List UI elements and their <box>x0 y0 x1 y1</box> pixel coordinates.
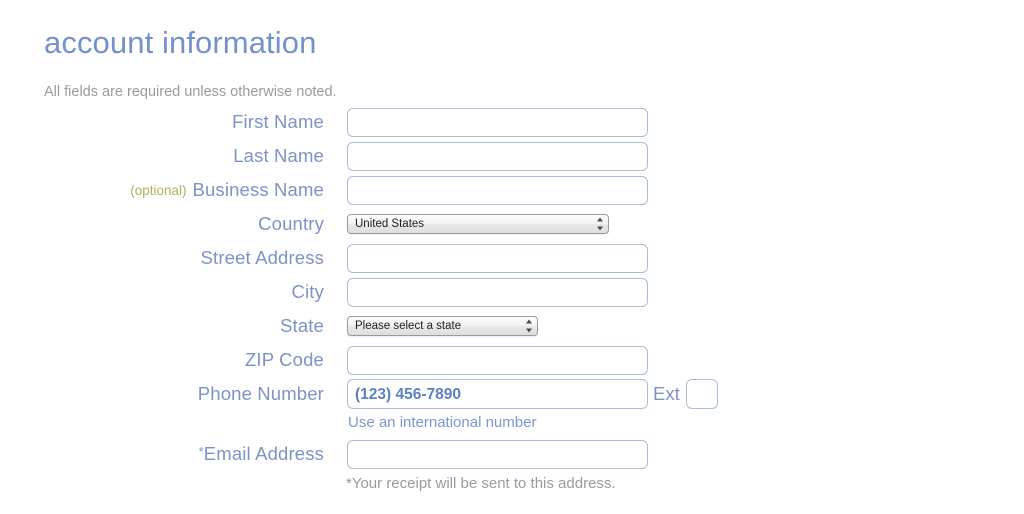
label-cell-email-address: *Email Address <box>199 437 324 471</box>
control-cell-city <box>347 275 648 309</box>
form-row-country: Country United States <box>0 207 1024 241</box>
label-cell-last-name: Last Name <box>233 139 324 173</box>
form-row-last-name: Last Name <box>0 139 1024 173</box>
international-number-link[interactable]: Use an international number <box>348 414 536 432</box>
label-cell-business-name: (optional) Business Name <box>130 173 324 207</box>
optional-tag-business-name: (optional) <box>130 183 187 198</box>
street-address-input[interactable] <box>347 243 648 273</box>
field-label-city: City <box>291 281 324 302</box>
state-select[interactable]: Please select a state <box>347 316 538 336</box>
control-cell-zip-code <box>347 343 648 377</box>
city-input[interactable] <box>347 277 648 307</box>
form-row-business-name: (optional) Business Name <box>0 173 1024 207</box>
page-title: account information <box>44 25 317 60</box>
control-cell-business-name <box>347 173 648 207</box>
label-cell-zip-code: ZIP Code <box>245 343 324 377</box>
business-name-input[interactable] <box>347 175 648 205</box>
label-cell-state: State <box>280 309 324 343</box>
account-information-form: First Name Last Name (optional) Business… <box>0 105 1024 496</box>
form-row-phone-number: Phone Number Ext <box>0 377 1024 410</box>
control-cell-street-address <box>347 241 648 275</box>
field-label-email-address-text: Email Address <box>203 443 324 464</box>
control-cell-state: Please select a state <box>347 309 538 343</box>
state-select-wrapper: Please select a state <box>347 316 538 336</box>
phone-extension-input[interactable] <box>685 379 718 409</box>
country-select-wrapper: United States <box>347 214 609 234</box>
account-information-page: account information All fields are requi… <box>0 0 1024 514</box>
field-label-phone-number: Phone Number <box>197 383 324 404</box>
field-label-country: Country <box>258 213 324 234</box>
label-cell-city: City <box>292 275 324 309</box>
form-row-street-address: Street Address <box>0 241 1024 275</box>
form-row-first-name: First Name <box>0 105 1024 139</box>
control-cell-country: United States <box>347 207 609 241</box>
control-cell-email-address <box>347 437 648 471</box>
field-label-zip-code: ZIP Code <box>244 349 324 370</box>
label-cell-first-name: First Name <box>232 105 324 139</box>
last-name-input[interactable] <box>347 141 648 171</box>
country-select[interactable]: United States <box>347 214 609 234</box>
form-required-note: All fields are required unless otherwise… <box>44 84 337 100</box>
form-row-city: City <box>0 275 1024 309</box>
field-label-last-name: Last Name <box>233 145 324 166</box>
email-receipt-note: *Your receipt will be sent to this addre… <box>346 475 616 492</box>
form-row-email-address: *Email Address <box>0 437 1024 470</box>
first-name-input[interactable] <box>347 107 648 137</box>
label-cell-country: Country <box>258 207 324 241</box>
control-cell-first-name <box>347 105 648 139</box>
email-address-input[interactable] <box>347 439 648 469</box>
label-cell-phone-number: Phone Number <box>198 377 324 411</box>
phone-number-input[interactable] <box>347 379 648 409</box>
required-asterisk: * <box>198 444 204 459</box>
field-label-email-address: *Email Address <box>199 443 324 465</box>
zip-code-input[interactable] <box>347 345 648 375</box>
ext-label: Ext <box>653 383 680 404</box>
field-label-street-address: Street Address <box>200 247 324 268</box>
field-label-first-name: First Name <box>232 111 324 132</box>
form-row-state: State Please select a state <box>0 309 1024 343</box>
form-row-phone-helper: Use an international number <box>0 410 1024 437</box>
field-label-state: State <box>280 315 324 336</box>
form-row-zip-code: ZIP Code <box>0 343 1024 377</box>
field-label-business-name: Business Name <box>192 179 324 200</box>
control-cell-phone-number: Ext <box>347 377 718 411</box>
control-cell-last-name <box>347 139 648 173</box>
label-cell-street-address: Street Address <box>201 241 324 275</box>
form-row-email-helper: *Your receipt will be sent to this addre… <box>0 470 1024 496</box>
